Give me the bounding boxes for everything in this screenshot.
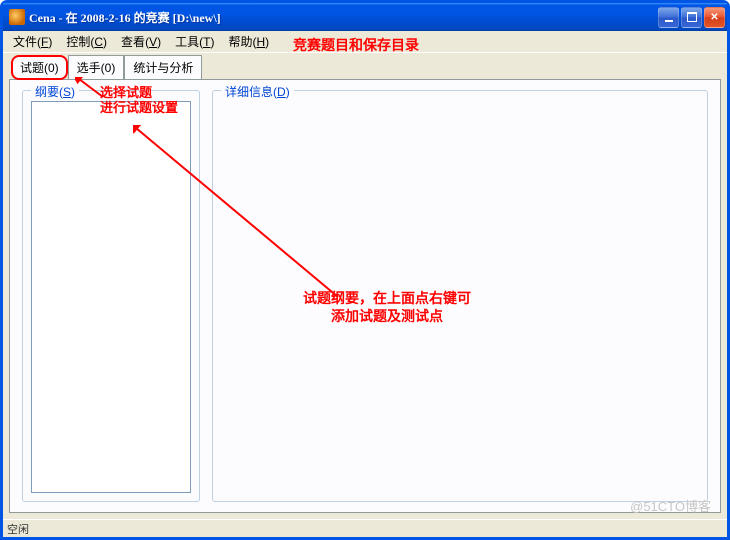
menu-tools[interactable]: 工具(T) xyxy=(169,31,220,52)
tab-stats[interactable]: 统计与分析 xyxy=(124,55,202,79)
tab-problems[interactable]: 试题(0) xyxy=(11,55,68,80)
annotation-center-note: 试题纲要，在上面点右键可 添加试题及测试点 xyxy=(303,291,471,327)
watermark: @51CTO博客 xyxy=(630,496,711,515)
status-text: 空闲 xyxy=(7,524,29,536)
close-button[interactable] xyxy=(704,7,725,28)
annotation-title-note: 竞赛题目和保存目录 xyxy=(293,35,419,55)
annotation-select-note: 选择试题 进行试题设置 xyxy=(100,85,178,115)
maximize-button[interactable] xyxy=(681,7,702,28)
statusbar: 空闲 xyxy=(3,519,727,537)
detail-label: 详细信息(D) xyxy=(221,83,294,100)
menu-view[interactable]: 查看(V) xyxy=(115,31,167,52)
app-window: Cena - 在 2008-2-16 的竞赛 [D:\new\] 文件(F) 控… xyxy=(0,0,730,540)
outline-label: 纲要(S) xyxy=(31,83,79,100)
window-title: Cena - 在 2008-2-16 的竞赛 [D:\new\] xyxy=(29,9,654,26)
outline-tree[interactable] xyxy=(31,101,191,493)
window-buttons xyxy=(658,7,725,28)
app-icon xyxy=(9,9,25,25)
menu-help[interactable]: 帮助(H) xyxy=(222,31,275,52)
tab-strip: 试题(0) 选手(0) 统计与分析 xyxy=(3,55,727,79)
minimize-button[interactable] xyxy=(658,7,679,28)
outline-panel: 纲要(S) xyxy=(22,90,200,502)
titlebar[interactable]: Cena - 在 2008-2-16 的竞赛 [D:\new\] xyxy=(3,3,727,31)
menu-control[interactable]: 控制(C) xyxy=(60,31,113,52)
tab-contestants[interactable]: 选手(0) xyxy=(68,55,125,79)
menu-file[interactable]: 文件(F) xyxy=(7,31,58,52)
